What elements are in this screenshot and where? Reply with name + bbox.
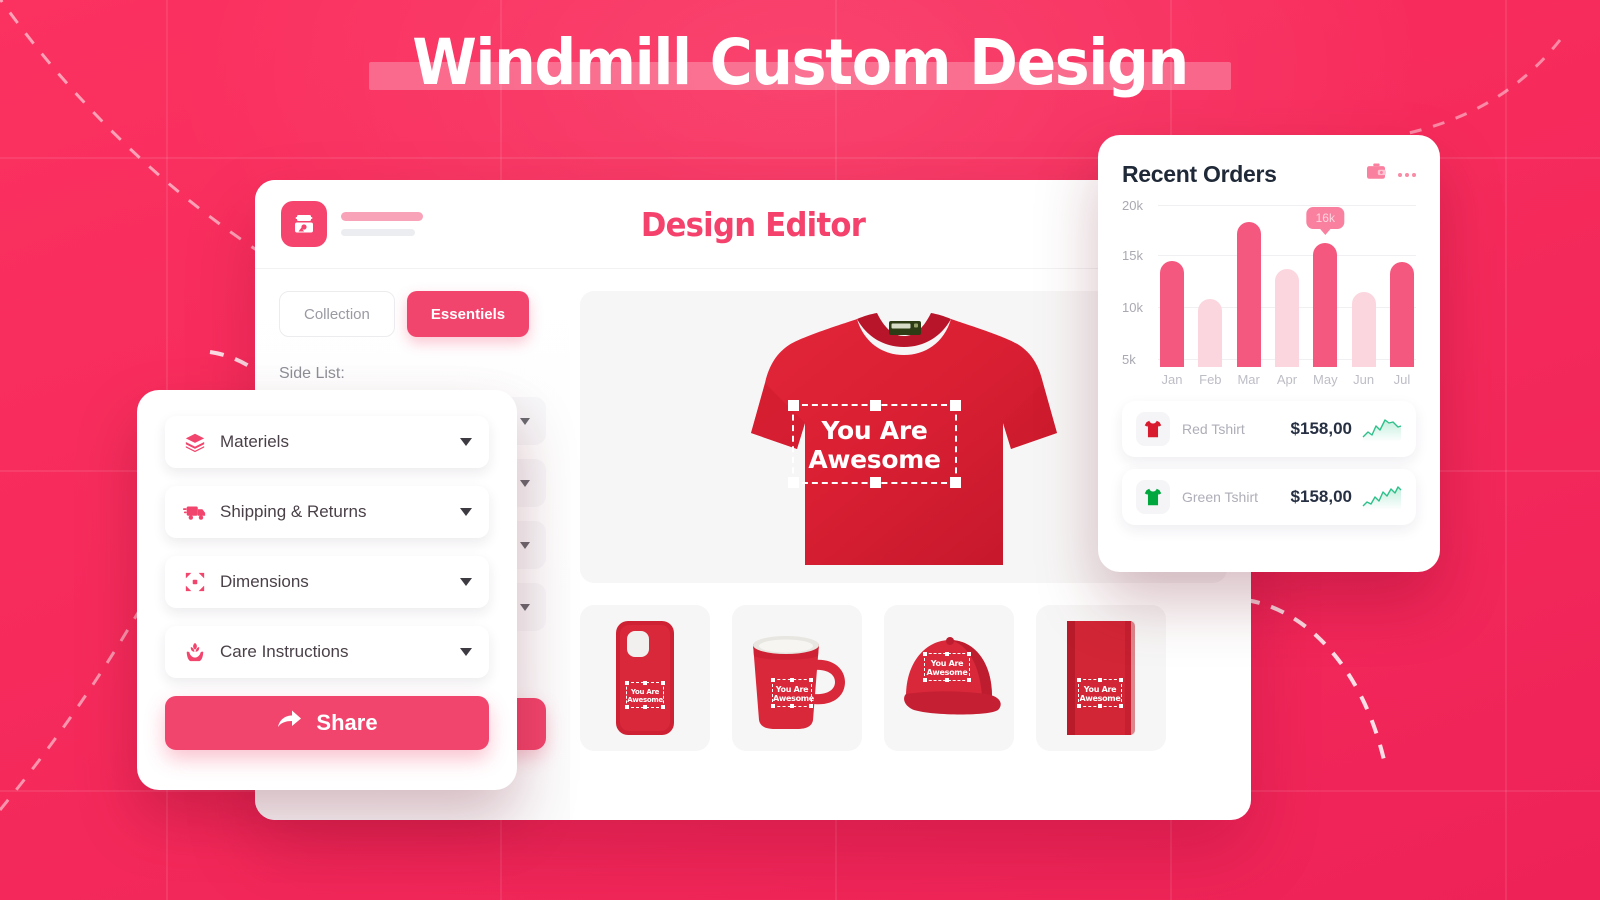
wallet-icon[interactable] xyxy=(1366,163,1386,186)
thumb-text-2: Awesome xyxy=(926,668,968,678)
bar[interactable] xyxy=(1313,242,1338,367)
chevron-down-icon xyxy=(460,438,472,446)
order-price: $158,00 xyxy=(1290,419,1352,438)
thumbnail-phone-case[interactable]: You Are Awesome xyxy=(580,605,710,751)
product-details-panel: Materiels Shipping & Returns Dimensions xyxy=(137,390,517,790)
bar[interactable] xyxy=(1389,262,1414,367)
thumb-text-2: Awesome xyxy=(773,694,814,704)
design-text-line-2: Awesome xyxy=(808,445,941,475)
x-axis-tick: May xyxy=(1313,372,1338,387)
sparkline-chart xyxy=(1362,419,1402,442)
order-price: $158,00 xyxy=(1290,487,1352,506)
x-axis-tick: Feb xyxy=(1199,372,1222,387)
product-thumbnail-row: You Are Awesome You Are Awesome You Are … xyxy=(580,605,1227,751)
red-tshirt-icon xyxy=(1136,412,1170,446)
thumbnail-marquee: You Are Awesome xyxy=(625,681,665,709)
green-tshirt-icon xyxy=(1136,480,1170,514)
x-axis-tick: Jun xyxy=(1353,372,1375,387)
order-row-green-tshirt[interactable]: Green Tshirt $158,00 xyxy=(1122,469,1416,525)
x-axis-tick: Mar xyxy=(1237,372,1260,387)
thumbnail-coffee-mug[interactable]: You Are Awesome xyxy=(732,605,862,751)
bar[interactable] xyxy=(1236,222,1261,367)
side-list-label: Side List: xyxy=(279,365,345,382)
phone-case-icon xyxy=(616,621,674,735)
share-arrow-icon xyxy=(276,709,302,737)
truck-icon xyxy=(182,501,208,523)
accordion-label: Shipping & Returns xyxy=(220,502,367,521)
bar-column-feb[interactable]: Feb xyxy=(1198,204,1223,387)
bar-series: Jan Feb Mar Apr 16k May Jun Jul xyxy=(1160,204,1414,387)
chevron-down-icon xyxy=(520,603,530,611)
chevron-down-icon xyxy=(460,648,472,656)
bar-column-may[interactable]: 16k May xyxy=(1306,204,1344,387)
coffee-mug-icon xyxy=(753,636,845,729)
bar-column-jan[interactable]: Jan xyxy=(1160,204,1184,387)
accordion-label: Materiels xyxy=(220,432,289,451)
care-hands-icon xyxy=(182,641,208,663)
order-row-red-tshirt[interactable]: Red Tshirt $158,00 xyxy=(1122,401,1416,457)
thumb-text-1: You Are xyxy=(775,685,809,694)
y-axis-tick: 15k xyxy=(1122,248,1143,263)
bar[interactable] xyxy=(1198,298,1223,367)
y-axis-tick: 10k xyxy=(1122,300,1143,315)
thumbnail-baseball-cap[interactable]: You Are Awesome xyxy=(884,605,1014,751)
expand-arrows-icon xyxy=(182,571,208,593)
y-axis-tick: 5k xyxy=(1122,352,1136,367)
thumb-text-1: You Are xyxy=(1083,685,1117,694)
layers-icon xyxy=(182,431,208,453)
bar-column-apr[interactable]: Apr xyxy=(1274,204,1299,387)
page-title: Windmill Custom Design xyxy=(412,26,1189,99)
bar-column-jun[interactable]: Jun xyxy=(1351,204,1376,387)
thumbnail-marquee: You Are Awesome xyxy=(1077,678,1123,708)
orders-bar-chart: 20k 15k 10k 5k Jan Feb Mar Apr 16k May Jun Jul xyxy=(1122,198,1416,389)
bar[interactable] xyxy=(1351,291,1376,367)
thumb-text-2: Awesome xyxy=(1079,694,1121,704)
chevron-down-icon xyxy=(520,417,530,425)
chevron-down-icon xyxy=(520,479,530,487)
accordion-item-dimensions[interactable]: Dimensions xyxy=(165,556,489,608)
sparkline-chart xyxy=(1362,486,1402,510)
recent-orders-card: Recent Orders 20k 15k 10k 5k Jan Feb Mar Ap… xyxy=(1098,135,1440,572)
x-axis-tick: Jul xyxy=(1393,372,1411,387)
x-axis-tick: Jan xyxy=(1161,372,1183,387)
accordion-item-shipping-returns[interactable]: Shipping & Returns xyxy=(165,486,489,538)
bar[interactable] xyxy=(1274,269,1299,367)
chevron-down-icon xyxy=(520,541,530,549)
design-selection-marquee[interactable]: You Are Awesome xyxy=(788,400,961,488)
bar[interactable] xyxy=(1160,261,1184,367)
chart-tooltip: 16k xyxy=(1306,206,1344,235)
app-title-placeholder xyxy=(341,212,423,236)
app-logo[interactable] xyxy=(281,201,327,247)
y-axis-tick: 20k xyxy=(1122,198,1143,213)
tab-essentiels[interactable]: Essentiels xyxy=(406,291,530,337)
x-axis-tick: Apr xyxy=(1276,372,1298,387)
order-name: Red Tshirt xyxy=(1182,421,1245,437)
more-dots-icon[interactable] xyxy=(1398,172,1416,177)
thumb-text-2: Awesome xyxy=(627,696,663,705)
accordion-item-care-instructions[interactable]: Care Instructions xyxy=(165,626,489,678)
tab-collection[interactable]: Collection xyxy=(279,291,395,337)
page-title-wrapper: Windmill Custom Design xyxy=(0,26,1600,100)
thumbnail-marquee: You Are Awesome xyxy=(923,652,971,682)
bar-column-mar[interactable]: Mar xyxy=(1236,204,1261,387)
image-frame-icon xyxy=(295,215,313,233)
chevron-down-icon xyxy=(460,508,472,516)
tab-row: Collection Essentiels xyxy=(279,291,546,337)
order-name: Green Tshirt xyxy=(1182,489,1258,505)
bar-column-jul[interactable]: Jul xyxy=(1389,204,1414,387)
orders-title: Recent Orders xyxy=(1122,161,1277,187)
accordion-label: Dimensions xyxy=(220,572,309,591)
orders-header: Recent Orders xyxy=(1122,161,1416,188)
thumbnail-marquee: You Are Awesome xyxy=(771,678,814,708)
editor-title: Design Editor xyxy=(640,204,866,244)
accordion-label: Care Instructions xyxy=(220,642,349,661)
chevron-down-icon xyxy=(460,578,472,586)
design-text-line-1: You Are xyxy=(821,416,928,445)
share-label: Share xyxy=(316,710,378,735)
thumb-text-1: You Are xyxy=(630,688,660,696)
thumb-text-1: You Are xyxy=(930,659,964,668)
share-button[interactable]: Share xyxy=(165,696,489,750)
thumbnail-notebook[interactable]: You Are Awesome xyxy=(1036,605,1166,751)
accordion-item-materiels[interactable]: Materiels xyxy=(165,416,489,468)
